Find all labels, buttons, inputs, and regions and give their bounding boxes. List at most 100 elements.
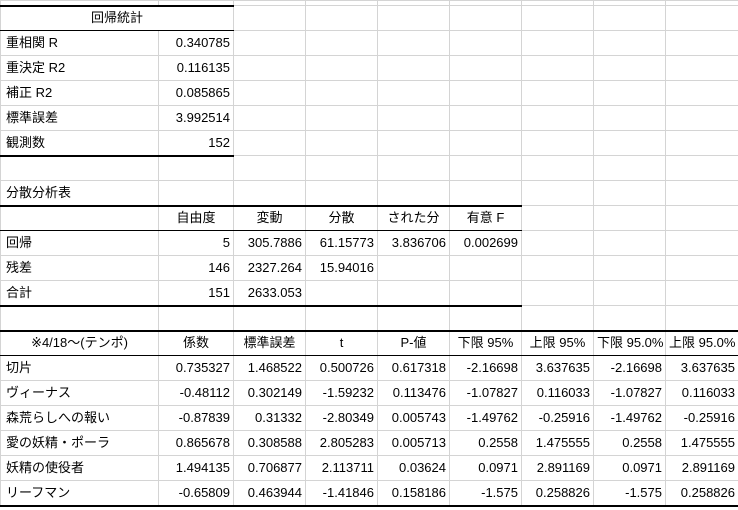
coef-leafman-p-value[interactable]: 0.158186 (377, 480, 450, 507)
empty-cell[interactable] (377, 80, 450, 106)
empty-cell[interactable] (665, 5, 738, 31)
empty-cell[interactable] (377, 180, 450, 206)
coef-venus-std-error[interactable]: 0.302149 (233, 380, 306, 406)
empty-cell[interactable] (593, 205, 666, 231)
anova-total-df[interactable]: 151 (158, 280, 234, 307)
coef-fairy-paula-label[interactable]: 愛の妖精・ポーラ (0, 430, 159, 456)
empty-cell[interactable] (521, 30, 594, 56)
coef-intercept-upper-95-0[interactable]: 3.637635 (665, 355, 738, 381)
empty-cell[interactable] (305, 155, 378, 181)
empty-cell[interactable] (521, 205, 594, 231)
empty-cell[interactable] (593, 230, 666, 256)
empty-cell[interactable] (233, 155, 306, 181)
coef-fairy-servant-upper-95[interactable]: 2.891169 (521, 455, 594, 481)
coef-header-lower-95-0[interactable]: 下限 95.0% (593, 329, 666, 356)
anova-regression-df[interactable]: 5 (158, 230, 234, 256)
empty-cell[interactable] (0, 155, 159, 181)
empty-cell[interactable] (377, 130, 450, 156)
anova-residual-ms[interactable]: 15.94016 (305, 255, 378, 281)
coef-intercept-lower-95[interactable]: -2.16698 (449, 355, 522, 381)
empty-cell[interactable] (665, 180, 738, 206)
coef-venus-lower-95-0[interactable]: -1.07827 (593, 380, 666, 406)
empty-cell[interactable] (377, 30, 450, 56)
coef-forest-retribution-coefficient[interactable]: -0.87839 (158, 405, 234, 431)
empty-cell[interactable] (377, 55, 450, 81)
empty-cell[interactable] (593, 305, 666, 331)
observations-value[interactable]: 152 (158, 130, 234, 157)
empty-cell[interactable] (377, 155, 450, 181)
empty-cell[interactable] (449, 305, 522, 331)
coef-intercept-upper-95[interactable]: 3.637635 (521, 355, 594, 381)
empty-cell[interactable] (521, 5, 594, 31)
empty-cell[interactable] (593, 30, 666, 56)
anova-regression-significance-f[interactable]: 0.002699 (449, 230, 522, 256)
anova-regression-f[interactable]: 3.836706 (377, 230, 450, 256)
coef-leafman-lower-95-0[interactable]: -1.575 (593, 480, 666, 507)
coef-fairy-servant-lower-95-0[interactable]: 0.0971 (593, 455, 666, 481)
empty-cell[interactable] (305, 180, 378, 206)
anova-total-ss[interactable]: 2633.053 (233, 280, 306, 307)
anova-residual-df[interactable]: 146 (158, 255, 234, 281)
coef-fairy-servant-coefficient[interactable]: 1.494135 (158, 455, 234, 481)
empty-cell[interactable] (521, 255, 594, 281)
coef-venus-upper-95-0[interactable]: 0.116033 (665, 380, 738, 406)
multiple-r-label[interactable]: 重相関 R (0, 30, 159, 56)
empty-cell[interactable] (521, 230, 594, 256)
coef-intercept-label[interactable]: 切片 (0, 355, 159, 381)
coef-forest-retribution-p-value[interactable]: 0.005743 (377, 405, 450, 431)
empty-cell[interactable] (233, 130, 306, 156)
empty-cell[interactable] (233, 105, 306, 131)
coef-leafman-label[interactable]: リーフマン (0, 480, 159, 507)
coef-intercept-coefficient[interactable]: 0.735327 (158, 355, 234, 381)
coef-header-lower-95[interactable]: 下限 95% (449, 329, 522, 356)
coef-header-label[interactable]: ※4/18～(テンポ) (0, 329, 159, 356)
coef-header-t-stat[interactable]: t (305, 329, 378, 356)
empty-cell[interactable] (305, 280, 378, 307)
coef-header-p-value[interactable]: P-値 (377, 329, 450, 356)
empty-cell[interactable] (377, 305, 450, 331)
empty-cell[interactable] (305, 130, 378, 156)
coef-fairy-servant-label[interactable]: 妖精の使役者 (0, 455, 159, 481)
empty-cell[interactable] (449, 130, 522, 156)
empty-cell[interactable] (0, 305, 159, 331)
empty-cell[interactable] (305, 80, 378, 106)
adjusted-r-squared-label[interactable]: 補正 R2 (0, 80, 159, 106)
empty-cell[interactable] (233, 5, 306, 31)
empty-cell[interactable] (449, 5, 522, 31)
coef-leafman-coefficient[interactable]: -0.65809 (158, 480, 234, 507)
empty-cell[interactable] (233, 55, 306, 81)
anova-regression-label[interactable]: 回帰 (0, 230, 159, 256)
coef-fairy-paula-lower-95-0[interactable]: 0.2558 (593, 430, 666, 456)
empty-cell[interactable] (521, 105, 594, 131)
r-squared-label[interactable]: 重決定 R2 (0, 55, 159, 81)
coef-header-upper-95-0[interactable]: 上限 95.0% (665, 329, 738, 356)
regression-stats-title[interactable]: 回帰統計 (0, 4, 234, 31)
coef-fairy-paula-std-error[interactable]: 0.308588 (233, 430, 306, 456)
coef-fairy-servant-lower-95[interactable]: 0.0971 (449, 455, 522, 481)
empty-cell[interactable] (593, 55, 666, 81)
empty-cell[interactable] (593, 155, 666, 181)
empty-cell[interactable] (593, 180, 666, 206)
empty-cell[interactable] (377, 5, 450, 31)
coef-leafman-t-stat[interactable]: -1.41846 (305, 480, 378, 507)
empty-cell[interactable] (521, 180, 594, 206)
coef-venus-t-stat[interactable]: -1.59232 (305, 380, 378, 406)
empty-cell[interactable] (593, 105, 666, 131)
standard-error-value[interactable]: 3.992514 (158, 105, 234, 131)
empty-cell[interactable] (377, 105, 450, 131)
coef-leafman-upper-95[interactable]: 0.258826 (521, 480, 594, 507)
empty-cell[interactable] (521, 80, 594, 106)
empty-cell[interactable] (233, 305, 306, 331)
empty-cell[interactable] (665, 280, 738, 306)
anova-header-df[interactable]: 自由度 (158, 204, 234, 231)
coef-forest-retribution-lower-95[interactable]: -1.49762 (449, 405, 522, 431)
observations-label[interactable]: 観測数 (0, 130, 159, 157)
empty-cell[interactable] (449, 80, 522, 106)
empty-cell[interactable] (449, 255, 522, 281)
anova-regression-ms[interactable]: 61.15773 (305, 230, 378, 256)
empty-cell[interactable] (521, 280, 594, 306)
empty-cell[interactable] (593, 130, 666, 156)
empty-cell[interactable] (593, 280, 666, 306)
empty-cell[interactable] (665, 255, 738, 281)
coef-fairy-paula-t-stat[interactable]: 2.805283 (305, 430, 378, 456)
